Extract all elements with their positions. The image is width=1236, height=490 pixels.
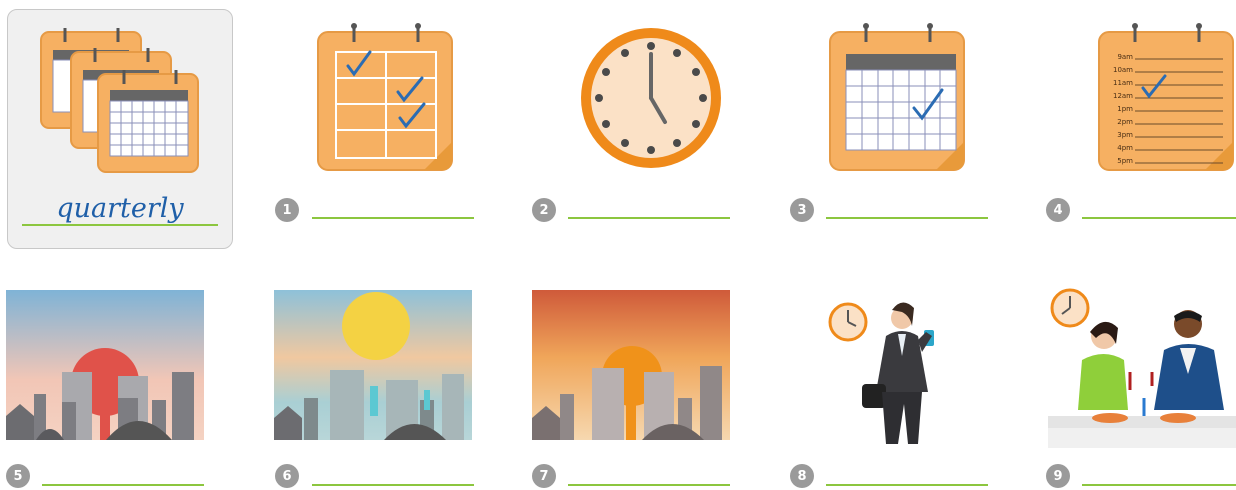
item-number-badge: 1 — [275, 198, 299, 222]
wall-clock-icon — [828, 302, 868, 342]
calendar-checklist-icon — [317, 23, 453, 171]
answer-field[interactable] — [826, 462, 988, 484]
planner-time-label: 10am — [1113, 66, 1133, 74]
businesswoman-phone-icon — [828, 302, 934, 444]
item-number-badge: 6 — [275, 464, 299, 488]
answer-line — [42, 484, 204, 486]
example-card: quarterly — [7, 9, 233, 249]
item-number-badge: 9 — [1046, 464, 1070, 488]
planner-time-label: 5pm — [1117, 157, 1133, 165]
stacked-calendars-icon — [40, 28, 199, 173]
item-number-badge: 2 — [532, 198, 556, 222]
monthly-calendar-icon — [829, 23, 965, 171]
answer-line — [1082, 217, 1236, 219]
answer-line — [312, 484, 474, 486]
answer-field[interactable] — [1082, 462, 1236, 484]
dinner-couple-icon — [1048, 288, 1236, 448]
planner-time-label: 11am — [1113, 79, 1133, 87]
answer-line — [826, 484, 988, 486]
wall-clock-icon — [1050, 288, 1090, 328]
planner-time-label: 3pm — [1117, 131, 1133, 139]
answer-field[interactable] — [42, 462, 204, 484]
sunrise-city-icon — [6, 290, 204, 440]
planner-time-label: 4pm — [1117, 144, 1133, 152]
daily-planner-icon: 9am 10am 11am 12am 1pm 2pm 3pm 4pm 5pm — [1098, 23, 1234, 171]
sunset-city-icon — [532, 290, 730, 440]
answer-line — [312, 217, 474, 219]
planner-time-label: 9am — [1117, 53, 1133, 61]
answer-field[interactable] — [568, 195, 730, 217]
item-number-badge: 4 — [1046, 198, 1070, 222]
item-number-badge: 3 — [790, 198, 814, 222]
answer-line — [826, 217, 988, 219]
clock-icon — [581, 28, 721, 168]
midday-sun-city-icon — [274, 290, 472, 440]
answer-line — [568, 484, 730, 486]
planner-time-label: 1pm — [1117, 105, 1133, 113]
item-number-badge: 7 — [532, 464, 556, 488]
answer-field[interactable] — [1082, 195, 1236, 217]
answer-field[interactable] — [312, 462, 474, 484]
answer-field[interactable] — [568, 462, 730, 484]
answer-field[interactable] — [312, 195, 474, 217]
item-number-badge: 5 — [6, 464, 30, 488]
planner-time-label: 2pm — [1117, 118, 1133, 126]
answer-line — [1082, 484, 1236, 486]
item-number-badge: 8 — [790, 464, 814, 488]
answer-line — [568, 217, 730, 219]
example-word: quarterly — [56, 193, 184, 224]
planner-time-label: 12am — [1113, 92, 1133, 100]
answer-field[interactable] — [826, 195, 988, 217]
example-answer-line — [22, 224, 218, 226]
